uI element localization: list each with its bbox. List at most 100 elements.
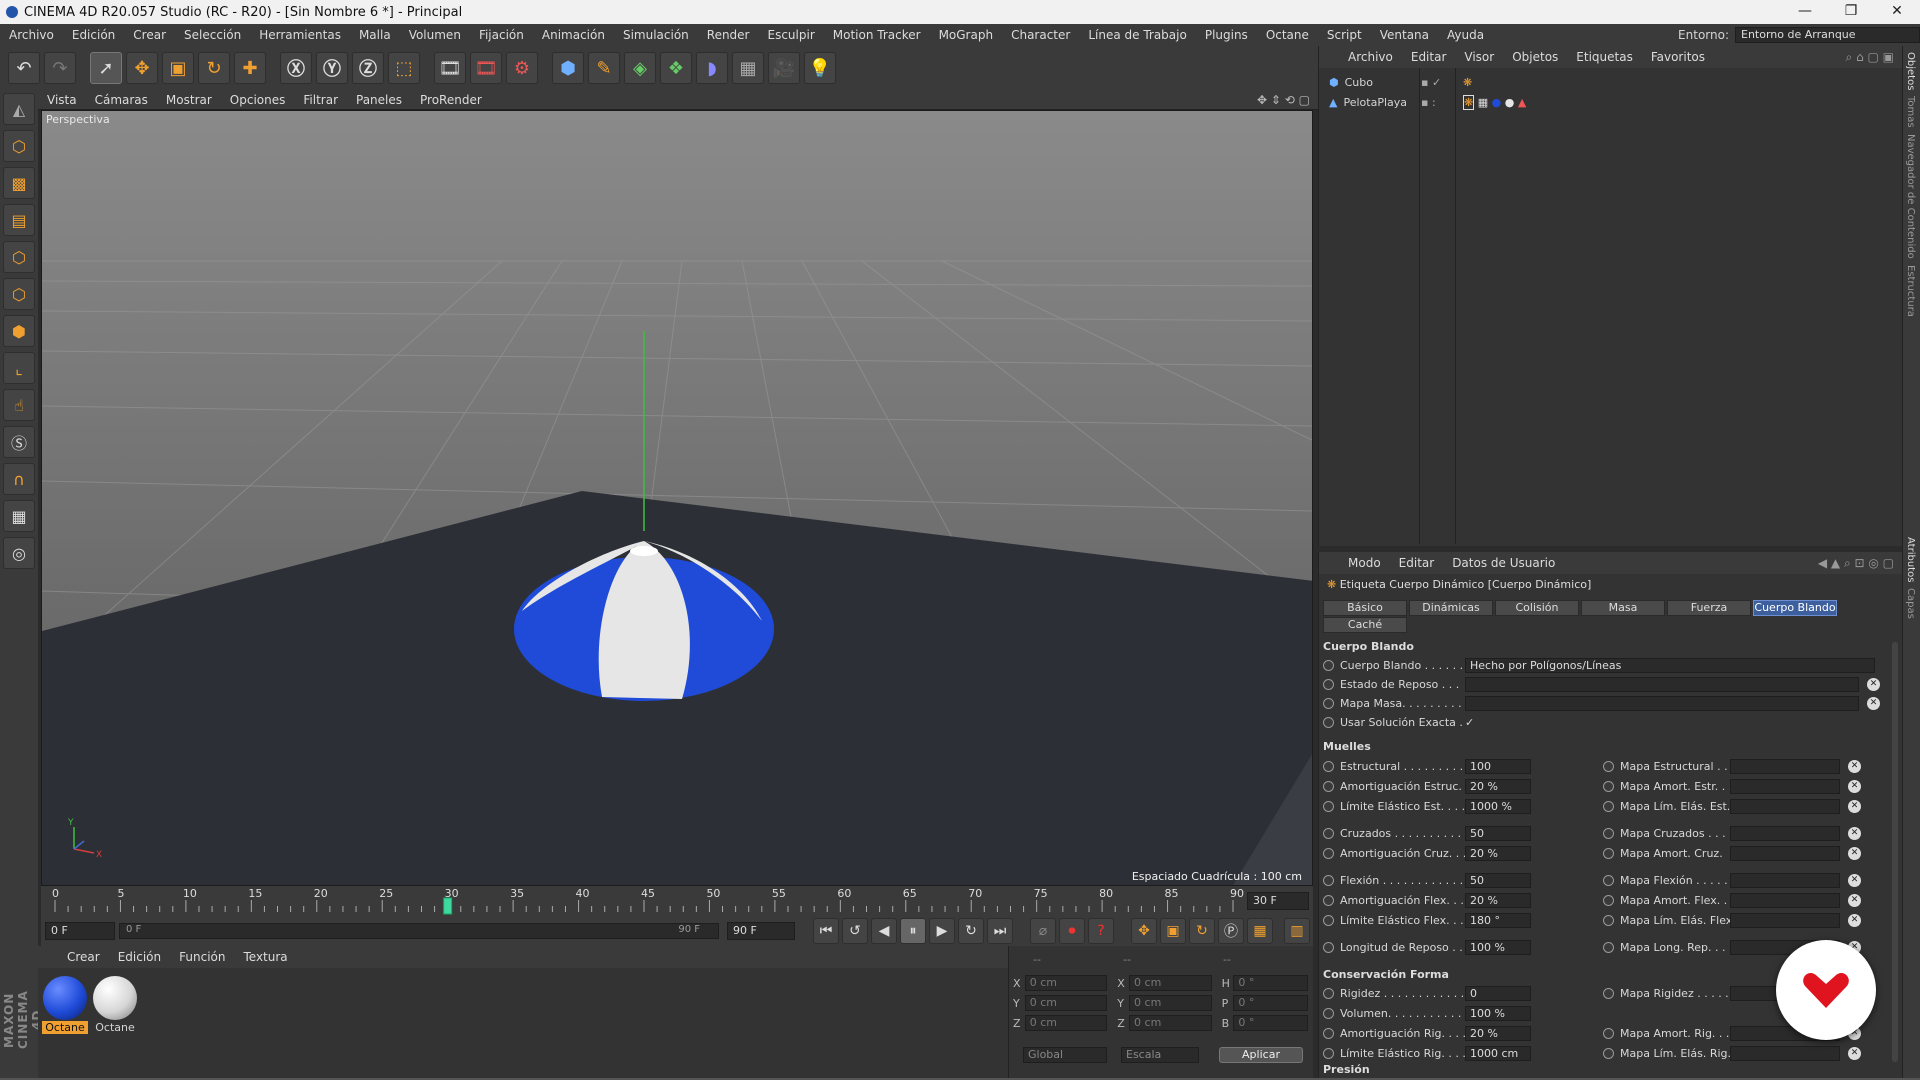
key-param-icon[interactable]: Ⓟ — [1218, 918, 1244, 944]
make-editable-icon[interactable]: ◭ — [3, 93, 35, 125]
size-z-field[interactable]: 0 cm — [1129, 1015, 1212, 1031]
menu-mograph[interactable]: MoGraph — [930, 28, 1003, 42]
object-row-pelotaplaya[interactable]: ▲ PelotaPlaya ▪ : ❋ ▦ ● ● ▲ — [1319, 92, 1903, 112]
menu-crear[interactable]: Crear — [124, 28, 175, 42]
anim-dot[interactable] — [1603, 1047, 1614, 1059]
sidetab-atributos[interactable]: Atributos — [1905, 537, 1916, 582]
clear-link-icon[interactable]: ✕ — [1848, 1046, 1861, 1060]
anim-dot[interactable] — [1603, 874, 1614, 886]
anim-dot[interactable] — [1603, 760, 1614, 772]
tab-masa[interactable]: Masa — [1581, 600, 1665, 616]
restore-icon[interactable]: ❐ — [1828, 0, 1874, 24]
map-link-field[interactable] — [1730, 778, 1840, 794]
menu-animacion[interactable]: Animación — [533, 28, 614, 42]
tag-icons[interactable]: ❋ ▦ ● ● ▲ — [1463, 94, 1526, 110]
object-name[interactable]: Cubo — [1345, 76, 1373, 89]
vp-menu-paneles[interactable]: Paneles — [347, 93, 411, 107]
render-pv-icon[interactable]: 🎞 — [470, 52, 502, 84]
clear-link-icon[interactable]: ✕ — [1848, 826, 1861, 840]
pos-y-field[interactable]: 0 cm — [1024, 995, 1108, 1011]
vp-menu-mostrar[interactable]: Mostrar — [157, 93, 221, 107]
scale-icon[interactable]: ▣ — [162, 52, 194, 84]
3d-viewport[interactable]: Y X Perspectiva Espaciado Cuadrícula : 1… — [41, 110, 1313, 886]
close-icon[interactable]: ✕ — [1874, 0, 1920, 24]
map-link-field[interactable] — [1730, 1045, 1840, 1061]
mat-menu-textura[interactable]: Textura — [234, 950, 296, 964]
z-axis-icon[interactable]: Ⓩ — [352, 52, 384, 84]
start-frame-field[interactable]: 0 F — [45, 922, 115, 940]
floor-icon[interactable]: ▦ — [732, 52, 764, 84]
exact-solution-checkbox[interactable]: ✓ — [1465, 716, 1474, 729]
polygons-mode-icon[interactable]: ⬢ — [3, 315, 35, 347]
anim-dot[interactable] — [1323, 800, 1334, 812]
deformer-icon[interactable]: ◗ — [696, 52, 728, 84]
anim-dot[interactable] — [1603, 1027, 1614, 1039]
anim-dot[interactable] — [1323, 1047, 1334, 1059]
anim-dot[interactable] — [1603, 780, 1614, 792]
key-scale-icon[interactable]: ▣ — [1160, 918, 1186, 944]
texture-tag-icon[interactable]: ▦ — [1478, 96, 1488, 109]
frame-range-slider[interactable]: 0 F 90 F — [119, 923, 719, 939]
live-select-icon[interactable]: ✚ — [234, 52, 266, 84]
next-frame-icon[interactable]: ▶ — [929, 918, 955, 944]
obj-menu-favoritos[interactable]: Favoritos — [1642, 50, 1714, 64]
anim-dot[interactable] — [1323, 716, 1334, 728]
attr-nav-icons[interactable]: ◀ ▲ ⌕ ⊡ ◎ ▢ — [1818, 556, 1894, 571]
menu-archivo[interactable]: Archivo — [0, 28, 63, 42]
menu-volumen[interactable]: Volumen — [400, 28, 470, 42]
map-link-field[interactable] — [1730, 892, 1840, 908]
timeline-ruler[interactable]: 0 5 10 15 20 25 30 35 40 45 50 55 60 65 70 75 80 85 90 30 … — [41, 886, 1313, 916]
x-axis-icon[interactable]: Ⓧ — [280, 52, 312, 84]
anim-dot[interactable] — [1323, 780, 1334, 792]
next-key-icon[interactable]: ↻ — [958, 918, 984, 944]
camera-icon[interactable]: 🎥 — [768, 52, 800, 84]
render-view-icon[interactable]: 🎞 — [434, 52, 466, 84]
vp-menu-filtrar[interactable]: Filtrar — [294, 93, 347, 107]
anim-dot[interactable] — [1323, 827, 1334, 839]
menu-script[interactable]: Script — [1318, 28, 1371, 42]
clear-link-icon[interactable]: ✕ — [1848, 759, 1861, 773]
pos-x-field[interactable]: 0 cm — [1024, 975, 1108, 991]
anim-dot[interactable] — [1603, 800, 1614, 812]
anim-dot[interactable] — [1323, 914, 1334, 926]
anim-dot[interactable] — [1323, 941, 1334, 953]
soft-body-dropdown[interactable]: Hecho por Polígonos/Líneas — [1465, 657, 1875, 673]
sidetab-estructura[interactable]: Estructura — [1905, 265, 1916, 317]
axis-mode-icon[interactable]: ⌞ — [3, 352, 35, 384]
vp-menu-opciones[interactable]: Opciones — [221, 93, 295, 107]
clear-link-icon[interactable]: ✕ — [1848, 846, 1861, 860]
param-value-field[interactable]: 0 — [1465, 985, 1531, 1001]
anim-dot[interactable] — [1323, 987, 1334, 999]
phong-tag-icon[interactable]: ▲ — [1518, 96, 1526, 109]
menu-plugins[interactable]: Plugins — [1196, 28, 1257, 42]
map-link-field[interactable] — [1730, 798, 1840, 814]
rot-h-field[interactable]: 0 ° — [1233, 975, 1308, 991]
magnet-icon[interactable]: ∩ — [3, 463, 35, 495]
playhead[interactable] — [443, 897, 453, 915]
menu-ventana[interactable]: Ventana — [1371, 28, 1438, 42]
mat-menu-crear[interactable]: Crear — [58, 950, 109, 964]
coord-mode-dropdown[interactable]: Escala — [1121, 1047, 1199, 1063]
size-y-field[interactable]: 0 cm — [1129, 995, 1212, 1011]
key-position-icon[interactable]: ✥ — [1131, 918, 1157, 944]
mass-map-field[interactable] — [1465, 695, 1859, 711]
edges-mode-icon[interactable]: ⬡ — [3, 278, 35, 310]
apply-button[interactable]: Aplicar — [1219, 1047, 1303, 1063]
mat-menu-edicion[interactable]: Edición — [109, 950, 170, 964]
param-value-field[interactable]: 20 % — [1465, 845, 1531, 861]
menu-motion-tracker[interactable]: Motion Tracker — [824, 28, 930, 42]
redo-icon[interactable]: ↷ — [44, 52, 76, 84]
vp-menu-prorender[interactable]: ProRender — [411, 93, 491, 107]
param-value-field[interactable]: 100 % — [1465, 1005, 1531, 1021]
anim-dot[interactable] — [1603, 914, 1614, 926]
minimize-icon[interactable]: — — [1782, 0, 1828, 24]
autokey-off-icon[interactable]: ⌀ — [1030, 918, 1056, 944]
prev-key-icon[interactable]: ↺ — [842, 918, 868, 944]
menu-esculpir[interactable]: Esculpir — [759, 28, 824, 42]
workplane-lock-icon[interactable]: ▦ — [3, 500, 35, 532]
obj-menu-editar[interactable]: Editar — [1402, 50, 1456, 64]
tab-basico[interactable]: Básico — [1323, 600, 1407, 616]
clear-link-icon[interactable]: ✕ — [1848, 913, 1861, 927]
rest-state-field[interactable] — [1465, 676, 1859, 692]
attr-scrollbar[interactable] — [1892, 642, 1898, 1062]
